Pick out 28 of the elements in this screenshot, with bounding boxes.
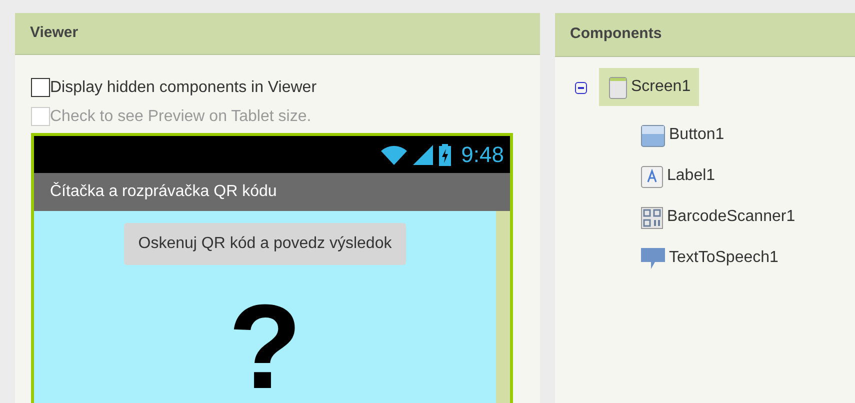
tree-item[interactable]: Label1 xyxy=(631,157,724,195)
checkbox-label: Display hidden components in Viewer xyxy=(50,78,317,98)
scan-button[interactable]: Oskenuj QR kód a povedz výsledok xyxy=(124,223,406,265)
battery-icon xyxy=(439,144,452,166)
component-name: BarcodeScanner1 xyxy=(667,207,796,227)
panel-title: Viewer xyxy=(30,23,78,44)
component-name: TextToSpeech1 xyxy=(669,248,778,268)
button-icon xyxy=(641,125,665,147)
tree-item[interactable]: Button1 xyxy=(631,116,732,154)
signal-icon xyxy=(413,144,434,164)
collapse-toggle[interactable] xyxy=(575,82,587,94)
qr-code-icon xyxy=(641,207,663,229)
panel-title: Components xyxy=(570,24,662,44)
component-name: Button1 xyxy=(669,125,724,145)
checkbox-label: Check to see Preview on Tablet size. xyxy=(50,106,312,126)
wifi-icon xyxy=(381,144,408,164)
screen-icon xyxy=(609,77,627,99)
tree-item[interactable]: BarcodeScanner1 xyxy=(631,198,804,236)
tree-item[interactable]: Screen1 xyxy=(599,68,699,106)
app-title: Čítačka a rozprávačka QR kódu xyxy=(50,181,277,202)
clock: 9:48 xyxy=(461,141,504,169)
component-name: Label1 xyxy=(667,166,716,186)
question-label: ? xyxy=(228,287,302,403)
label-icon xyxy=(641,166,663,188)
tree-item[interactable]: TextToSpeech1 xyxy=(631,239,786,277)
speech-bubble-icon xyxy=(641,248,665,270)
checkbox[interactable] xyxy=(31,78,50,97)
component-name: Screen1 xyxy=(631,77,691,97)
